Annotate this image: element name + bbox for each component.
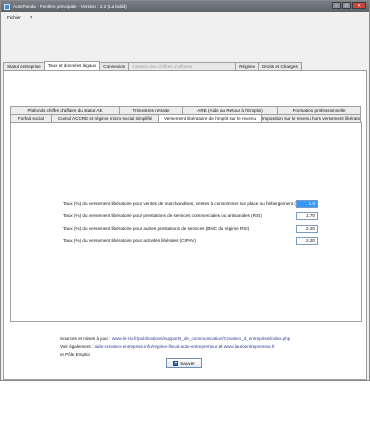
title-bar[interactable]: AutoPanda - Fenêtre principale - Version… [1, 1, 369, 12]
inner-tabs-row1: Plafonds chiffre d'affaire du statut AE … [10, 106, 361, 114]
maximize-button[interactable]: □ [342, 2, 351, 9]
app-icon [4, 3, 10, 10]
close-button[interactable]: ✕ [352, 2, 366, 9]
sources-prefix: Sources et mises à jour : [60, 336, 111, 341]
rate-input-autres-services[interactable] [296, 224, 318, 233]
sources-line2: Voir également : aide-creation-entrepris… [60, 343, 360, 351]
main-tabs: Statut entreprise Taux et données légaux… [3, 61, 302, 70]
and-text: et [218, 344, 223, 349]
rate-row-autres-services: Taux (%) du versement libératoire pour a… [63, 224, 319, 233]
rate-row-services-commerciales: Taux (%) du versement libératoire pour p… [63, 211, 319, 220]
tab-taux-donnees-legaux[interactable]: Taux et données légaux [43, 61, 101, 70]
rate-label: Taux (%) du versement libératoire pour a… [63, 226, 250, 231]
lautoentrepreneur-link[interactable]: www.lautoentrepreneur.fr [224, 344, 275, 349]
tab-plafonds-ca[interactable]: Plafonds chiffre d'affaire du statut AE [10, 106, 120, 114]
tab-panel-taux: Plafonds chiffre d'affaire du statut AE … [3, 70, 367, 380]
tab-formation-pro[interactable]: Formation professionnelle [277, 106, 361, 114]
tab-forfait-social[interactable]: Forfait social [10, 114, 52, 122]
tab-statut-entreprise[interactable]: Statut entreprise [3, 62, 45, 70]
tab-connexion[interactable]: Connexion [99, 62, 130, 70]
window-title: AutoPanda - Fenêtre principale - Version… [13, 4, 127, 9]
menu-bar: Fichier ? [1, 12, 369, 22]
rsi-link[interactable]: www.le-rsi.fr/publications/supports_de_c… [112, 336, 291, 341]
rate-row-ventes: Taux (%) du versement libératoire pour v… [63, 199, 319, 208]
menu-fichier[interactable]: Fichier [7, 15, 21, 20]
tab-regime[interactable]: Régime [235, 62, 260, 70]
see-also-prefix: Voir également : [60, 344, 94, 349]
tab-droits-charges[interactable]: Droits et Charges [258, 62, 302, 70]
sources-line1: Sources et mises à jour : www.le-rsi.fr/… [60, 335, 360, 343]
rate-input-liberales[interactable] [296, 236, 318, 245]
rate-label: Taux (%) du versement libératoire pour v… [63, 201, 306, 206]
floppy-disk-icon [173, 360, 179, 366]
sources-line3: et Pôle Emploi [60, 352, 90, 357]
tab-trimestres-retraite[interactable]: Trimestres retraite [119, 106, 183, 114]
save-button[interactable]: Sauver [166, 358, 202, 368]
window-controls: – □ ✕ [332, 2, 366, 9]
aide-creation-link[interactable]: aide-creation-entreprise.info/regime-fis… [94, 344, 217, 349]
tab-cumul-accre[interactable]: Cumul ACCRE et régime micro-social simpl… [51, 114, 159, 122]
save-button-label: Sauver [180, 360, 195, 366]
versement-liberatoire-panel: Taux (%) du versement libératoire pour v… [10, 122, 362, 322]
tab-imposition-hors-vl[interactable]: Imposition sur le revenu hors versement … [261, 114, 361, 122]
rate-label: Taux (%) du versement libératoire pour p… [63, 213, 262, 218]
menu-help[interactable]: ? [30, 15, 33, 20]
rate-input-services-commerciales[interactable] [296, 211, 318, 220]
rate-row-liberales: Taux (%) du versement libératoire pour a… [63, 236, 319, 245]
tab-are[interactable]: ARE (Aide au Retour à l'Emploi) [182, 106, 278, 114]
minimize-button[interactable]: – [332, 2, 341, 9]
rate-label: Taux (%) du versement libératoire pour a… [63, 238, 196, 243]
tab-disabled: Gestion des chiffres d'affaires [128, 62, 237, 70]
rate-input-ventes[interactable] [296, 199, 318, 208]
